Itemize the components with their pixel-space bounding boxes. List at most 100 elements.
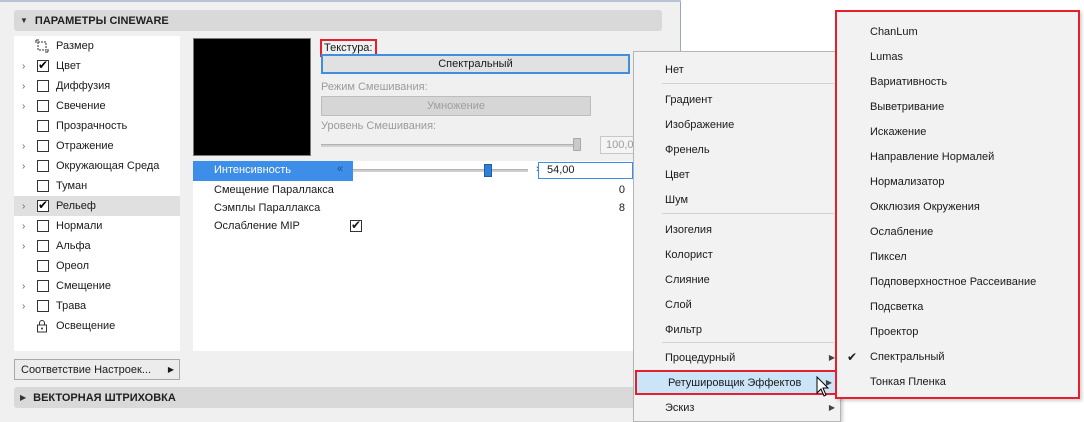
double-chevron-left-icon[interactable]: «: [337, 163, 343, 175]
menu-item[interactable]: Шум: [634, 187, 840, 212]
submenu-item[interactable]: Подповерхностное Рассеивание: [837, 269, 1078, 294]
parallax-samples-row[interactable]: Сэмплы Параллакса 8: [193, 199, 633, 219]
channel-item[interactable]: › Рельеф: [14, 196, 180, 216]
channel-checkbox[interactable]: [37, 300, 49, 312]
intensity-row[interactable]: Интенсивность: [193, 161, 353, 181]
cineware-dialog: ▼ ПАРАМЕТРЫ CINEWARE Размер › Цвет › Диффузи…: [0, 0, 681, 422]
channel-checkbox[interactable]: [37, 160, 49, 172]
menu-item[interactable]: Френель: [634, 137, 840, 162]
menu-item[interactable]: Слой: [634, 292, 840, 317]
channel-label: Диффузия: [56, 80, 111, 92]
channel-checkbox[interactable]: [37, 100, 49, 112]
channel-checkbox[interactable]: [37, 180, 49, 192]
blend-level-input[interactable]: 100,0: [600, 136, 636, 154]
menu-item[interactable]: Градиент: [634, 87, 840, 112]
menu-item[interactable]: Нет: [634, 57, 840, 82]
expand-arrow-icon[interactable]: ›: [22, 101, 25, 112]
channel-item[interactable]: › Нормали: [14, 216, 180, 236]
intensity-input[interactable]: 54,00: [538, 162, 633, 179]
submenu-item[interactable]: ✔ Спектральный: [837, 344, 1078, 369]
mip-falloff-checkbox[interactable]: [350, 218, 362, 232]
channel-label: Ореол: [56, 260, 90, 272]
mip-falloff-row[interactable]: Ослабление MIP: [193, 217, 633, 237]
channel-item[interactable]: Туман: [14, 176, 180, 196]
expand-arrow-icon[interactable]: ›: [22, 241, 25, 252]
collapse-triangle-icon: ▼: [20, 16, 28, 25]
submenu-item-label: Тонкая Пленка: [870, 375, 946, 388]
channel-item[interactable]: › Трава: [14, 296, 180, 316]
texture-button[interactable]: Спектральный: [321, 54, 630, 74]
channel-checkbox[interactable]: [37, 260, 49, 272]
channel-checkbox[interactable]: [37, 198, 49, 212]
menu-item[interactable]: Ретушировщик Эффектов ▶: [635, 370, 839, 395]
channel-item[interactable]: › Альфа: [14, 236, 180, 256]
cineware-section-header[interactable]: ▼ ПАРАМЕТРЫ CINEWARE: [14, 10, 662, 31]
submenu-item[interactable]: Подсветка: [837, 294, 1078, 319]
channel-item[interactable]: Ореол: [14, 256, 180, 276]
channel-checkbox[interactable]: [37, 58, 49, 72]
submenu-item[interactable]: Нормализатор: [837, 169, 1078, 194]
blend-mode-button[interactable]: Умножение: [321, 96, 591, 116]
channel-item[interactable]: › Диффузия: [14, 76, 180, 96]
submenu-item[interactable]: Ослабление: [837, 219, 1078, 244]
channel-item[interactable]: › Отражение: [14, 136, 180, 156]
channel-checkbox[interactable]: [37, 220, 49, 232]
menu-item[interactable]: Слияние: [634, 267, 840, 292]
menu-item[interactable]: Эскиз ▶: [634, 395, 840, 420]
submenu-item[interactable]: ChanLum: [837, 19, 1078, 44]
match-settings-button[interactable]: Соответствие Настроек... ▶: [14, 359, 180, 380]
submenu-item-label: Нормализатор: [870, 175, 945, 188]
submenu-item[interactable]: Окклюзия Окружения: [837, 194, 1078, 219]
blend-mode-label: Режим Смешивания:: [321, 81, 428, 93]
submenu-item[interactable]: Вариативность: [837, 69, 1078, 94]
intensity-slider-thumb[interactable]: [484, 164, 492, 177]
menu-item[interactable]: Колорист: [634, 242, 840, 267]
expand-arrow-icon[interactable]: ›: [22, 201, 25, 212]
channel-label: Туман: [56, 180, 88, 192]
expand-arrow-icon[interactable]: ›: [22, 81, 25, 92]
expand-arrow-icon[interactable]: ›: [22, 221, 25, 232]
submenu-item[interactable]: Выветривание: [837, 94, 1078, 119]
submenu-item[interactable]: Направление Нормалей: [837, 144, 1078, 169]
menu-item[interactable]: Фильтр: [634, 317, 840, 342]
menu-separator: [662, 342, 834, 343]
channel-item[interactable]: Размер: [14, 36, 180, 56]
vector-hatching-section-header[interactable]: ▶ ВЕКТОРНАЯ ШТРИХОВКА: [14, 387, 662, 408]
submenu-item[interactable]: Проектор: [837, 319, 1078, 344]
parameter-table: Интенсивность Смещение Параллакса 0 Сэмп…: [193, 161, 633, 351]
parallax-offset-row[interactable]: Смещение Параллакса 0: [193, 181, 633, 201]
expand-arrow-icon[interactable]: ›: [22, 161, 25, 172]
submenu-item[interactable]: Lumas: [837, 44, 1078, 69]
menu-item[interactable]: Изображение: [634, 112, 840, 137]
channel-checkbox[interactable]: [37, 120, 49, 132]
menu-item-label: Колорист: [665, 248, 713, 261]
menu-item[interactable]: Процедурный ▶: [634, 345, 840, 370]
channel-item[interactable]: › Цвет: [14, 56, 180, 76]
submenu-item[interactable]: Тонкая Пленка: [837, 369, 1078, 394]
submenu-item[interactable]: Искажение: [837, 119, 1078, 144]
channel-item[interactable]: Освещение: [14, 316, 180, 336]
menu-item-label: Шум: [665, 193, 689, 206]
channel-label: Трава: [56, 300, 87, 312]
menu-item[interactable]: Цвет: [634, 162, 840, 187]
channel-item[interactable]: Прозрачность: [14, 116, 180, 136]
channel-item[interactable]: › Свечение: [14, 96, 180, 116]
submenu-item-label: Подповерхностное Рассеивание: [870, 275, 1037, 288]
intensity-slider-track[interactable]: [353, 169, 528, 172]
menu-item-label: Изображение: [665, 118, 735, 131]
channel-checkbox[interactable]: [37, 140, 49, 152]
channel-label: Размер: [56, 40, 94, 52]
blend-level-slider-thumb[interactable]: [573, 138, 581, 151]
menu-item[interactable]: Изогелия: [634, 217, 840, 242]
channel-checkbox[interactable]: [37, 280, 49, 292]
channel-checkbox[interactable]: [37, 240, 49, 252]
blend-level-slider-track[interactable]: [321, 144, 579, 147]
channel-checkbox[interactable]: [37, 80, 49, 92]
submenu-item[interactable]: Пиксел: [837, 244, 1078, 269]
expand-arrow-icon[interactable]: ›: [22, 281, 25, 292]
expand-arrow-icon[interactable]: ›: [22, 141, 25, 152]
expand-arrow-icon[interactable]: ›: [22, 301, 25, 312]
channel-item[interactable]: › Смещение: [14, 276, 180, 296]
expand-arrow-icon[interactable]: ›: [22, 61, 25, 72]
channel-item[interactable]: › Окружающая Среда: [14, 156, 180, 176]
